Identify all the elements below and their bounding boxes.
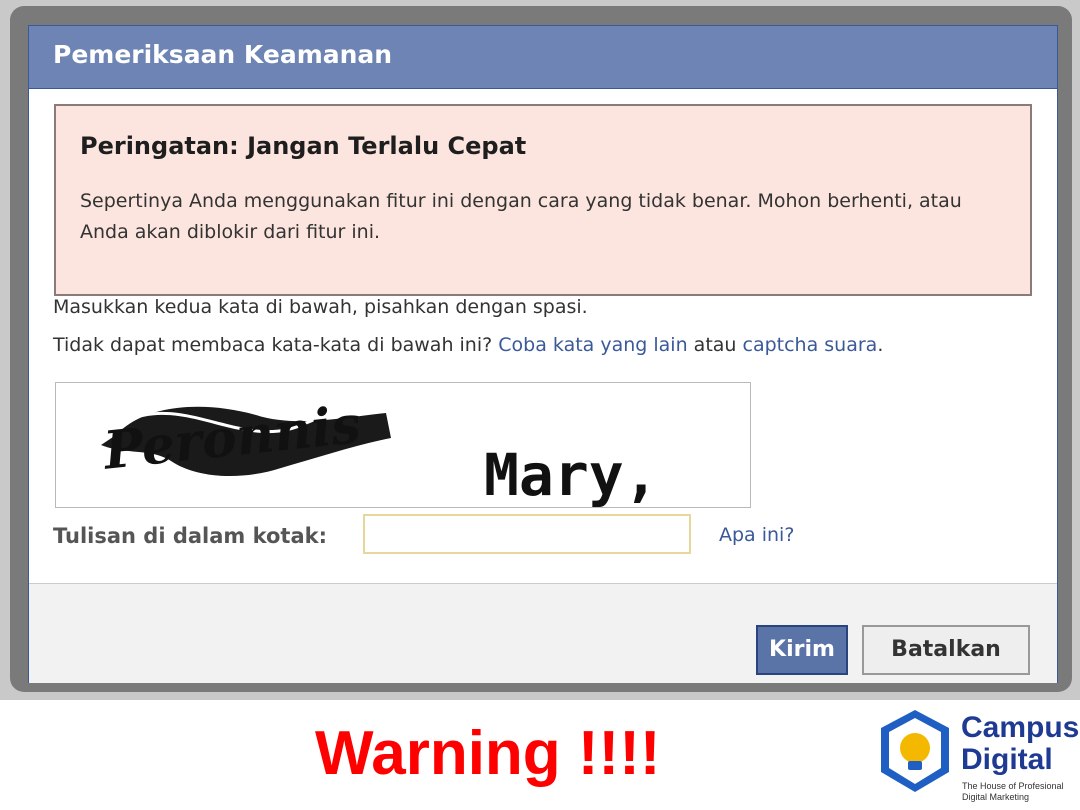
security-check-dialog: Pemeriksaan Keamanan Peringatan: Jangan … xyxy=(28,25,1058,683)
dialog-header: Pemeriksaan Keamanan xyxy=(29,26,1057,89)
captcha-help-prefix: Tidak dapat membaca kata-kata di bawah i… xyxy=(53,334,493,356)
captcha-help-period: . xyxy=(877,334,884,356)
captcha-instruction: Masukkan kedua kata di bawah, pisahkan d… xyxy=(53,296,588,318)
cancel-button[interactable]: Batalkan xyxy=(862,625,1030,675)
captcha-image: Peronnis Mary, xyxy=(55,382,751,508)
what-is-this-link[interactable]: Apa ini? xyxy=(719,524,794,546)
try-other-words-link[interactable]: Coba kata yang lain xyxy=(498,334,687,356)
logo-name-line2: Digital xyxy=(961,743,1053,776)
warning-box: Peringatan: Jangan Terlalu Cepat Seperti… xyxy=(54,104,1032,296)
captcha-help-connector: atau xyxy=(693,334,737,356)
captcha-input-label: Tulisan di dalam kotak: xyxy=(53,524,328,548)
lightbulb-shield-icon xyxy=(881,710,949,792)
captcha-help-line: Tidak dapat membaca kata-kata di bawah i… xyxy=(53,334,883,356)
captcha-word-2: Mary, xyxy=(484,441,659,507)
audio-captcha-link[interactable]: captcha suara xyxy=(743,334,878,356)
warning-text: Sepertinya Anda menggunakan fitur ini de… xyxy=(80,190,962,243)
submit-button[interactable]: Kirim xyxy=(756,625,848,675)
dialog-title: Pemeriksaan Keamanan xyxy=(53,40,393,69)
warning-title: Peringatan: Jangan Terlalu Cepat xyxy=(80,132,527,160)
warning-caption: Warning !!!! xyxy=(315,719,661,788)
logo-name-line1: Campus xyxy=(961,711,1080,744)
captcha-input[interactable] xyxy=(363,514,691,554)
logo-tagline-line1: The House of Profesional xyxy=(962,781,1064,791)
dialog-footer: Kirim Batalkan xyxy=(29,583,1057,683)
logo-tagline-line2: Digital Marketing xyxy=(962,792,1030,802)
